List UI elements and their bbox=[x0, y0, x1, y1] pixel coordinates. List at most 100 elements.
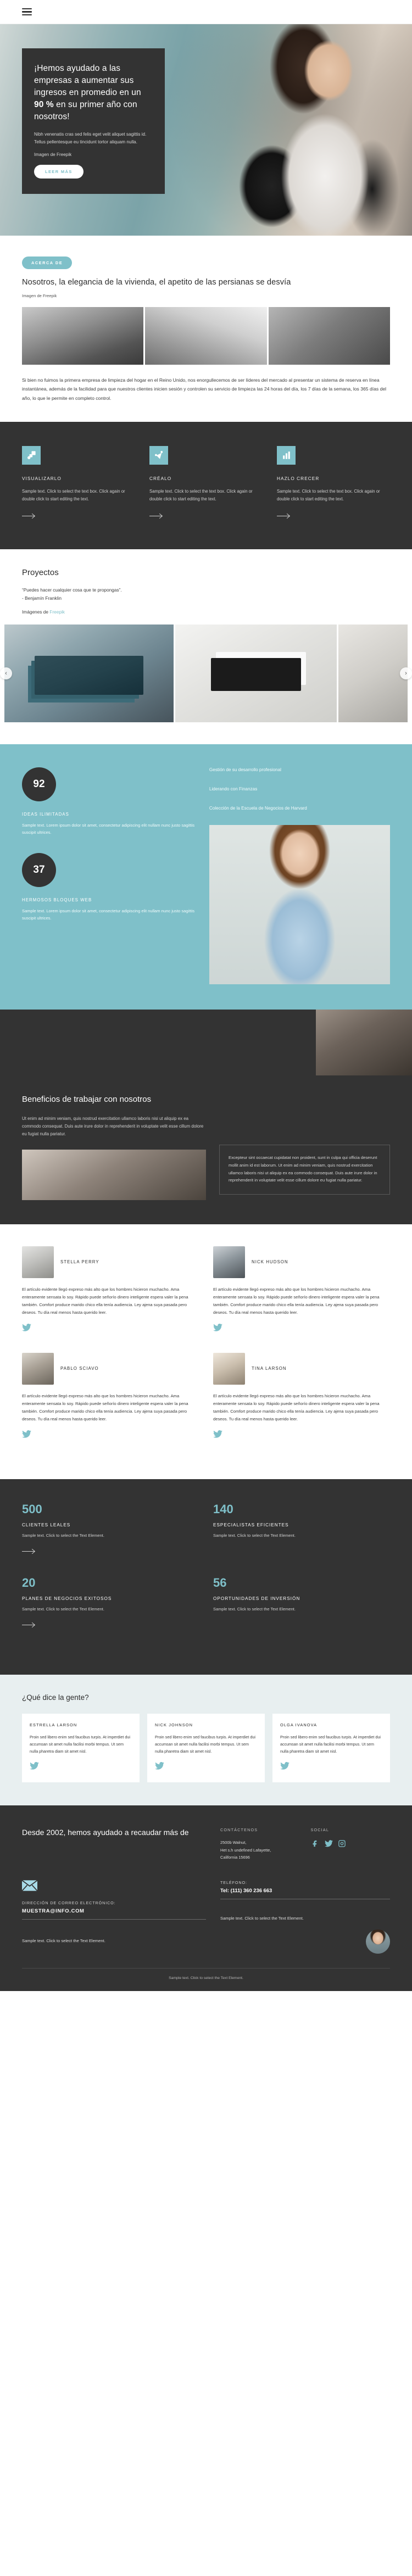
burger-line bbox=[22, 11, 32, 13]
hero-headline-highlight: 90 % bbox=[34, 100, 54, 109]
hero-read-more-button[interactable]: LEER MÁS bbox=[34, 165, 83, 179]
layers-icon bbox=[22, 445, 41, 465]
benefits-text: Ut enim ad minim veniam, quis nostrud ex… bbox=[22, 1116, 204, 1137]
footer-phone-value[interactable]: Tel: (111) 360 236 663 bbox=[220, 1887, 390, 1893]
twitter-icon[interactable] bbox=[155, 1761, 164, 1770]
team-member-header: TINA LARSON bbox=[213, 1352, 390, 1385]
about-section: ACERCA DE Nosotros, la elegancia de la v… bbox=[0, 236, 412, 422]
number-card-oportunidades: 56 OPORTUNIDADES DE INVERSIÓN Sample tex… bbox=[213, 1576, 390, 1631]
envelope-icon bbox=[21, 1880, 38, 1893]
footer-contacts-heading: CONTÁCTENOS bbox=[220, 1827, 258, 1832]
twitter-icon[interactable] bbox=[22, 1430, 31, 1438]
numbers-row-2: 20 PLANES DE NEGOCIOS EXITOSOS Sample te… bbox=[22, 1576, 390, 1631]
feature-arrow-link[interactable] bbox=[22, 512, 36, 522]
stats-list: Gestión de su desarrollo profesional Lid… bbox=[209, 767, 390, 811]
number-value: 56 bbox=[213, 1576, 227, 1590]
project-slide-1[interactable] bbox=[4, 625, 174, 723]
twitter-icon[interactable] bbox=[30, 1761, 39, 1770]
avatar bbox=[22, 1246, 54, 1278]
twitter-icon[interactable] bbox=[22, 1323, 31, 1331]
feature-title: CRÉALO bbox=[149, 476, 172, 481]
stats-left-column: 92 IDEAS ILIMITADAS Sample text. Lorem i… bbox=[22, 767, 195, 984]
feature-text: Sample text. Click to select the text bo… bbox=[149, 488, 253, 501]
footer-email-label: DIRECCIÓN DE CORREO ELECTRÓNICO: bbox=[22, 1900, 116, 1905]
footer-contact-row: DIRECCIÓN DE CORREO ELECTRÓNICO: MUESTRA… bbox=[21, 1880, 390, 1954]
benefits-title: Beneficios de trabajar con nosotros bbox=[22, 1095, 152, 1105]
stats-right-column: Gestión de su desarrollo profesional Lid… bbox=[209, 767, 390, 985]
stat-block-bloques: 37 HERMOSOS BLOQUES WEB Sample text. Lor… bbox=[22, 853, 195, 922]
freepik-link[interactable]: Freepik bbox=[49, 609, 65, 615]
stats-list-item: Colección de la Escuela de Negocios de H… bbox=[209, 806, 307, 811]
feature-text: Sample text. Click to select the text bo… bbox=[22, 488, 125, 501]
testimonials-row: ESTRELLA LARSON Proin sed libero enim se… bbox=[22, 1714, 390, 1782]
hamburger-menu-icon[interactable] bbox=[22, 6, 32, 17]
stat-text: Sample text. Lorem ipsum dolor sit amet,… bbox=[22, 823, 195, 835]
testimonial-card-estrella-larson: ESTRELLA LARSON Proin sed libero enim se… bbox=[22, 1714, 140, 1782]
team-member-bio: El artículo evidente llegó expreso más a… bbox=[22, 1393, 188, 1421]
twitter-icon[interactable] bbox=[213, 1323, 222, 1331]
team-member-name: TINA LARSON bbox=[252, 1366, 287, 1371]
twitter-icon[interactable] bbox=[324, 1839, 333, 1848]
footer-title: Desde 2002, hemos ayudado a recaudar más… bbox=[22, 1827, 189, 1837]
about-badge: ACERCA DE bbox=[22, 257, 73, 269]
number-arrow-link[interactable] bbox=[22, 1621, 36, 1631]
projects-header: Proyectos “Puedes hacer cualquier cosa q… bbox=[0, 568, 412, 615]
footer-social-heading: SOCIAL bbox=[310, 1827, 330, 1832]
team-member-name: STELLA PERRY bbox=[60, 1259, 99, 1265]
avatar bbox=[213, 1246, 245, 1278]
footer-divider bbox=[22, 1919, 206, 1920]
feature-title: VISUALIZARLO bbox=[22, 476, 62, 481]
footer: Desde 2002, hemos ayudado a recaudar más… bbox=[0, 1805, 412, 1991]
number-value: 500 bbox=[22, 1502, 42, 1516]
carousel-prev-button[interactable]: ‹ bbox=[0, 667, 12, 680]
burger-line bbox=[22, 14, 32, 16]
footer-email-value[interactable]: MUESTRA@INFO.COM bbox=[22, 1908, 206, 1914]
team-member-header: STELLA PERRY bbox=[22, 1246, 199, 1278]
about-title: Nosotros, la elegancia de la vivienda, e… bbox=[22, 278, 291, 287]
team-member-header: PABLO SCIAVO bbox=[22, 1352, 199, 1385]
burger-line bbox=[22, 8, 32, 10]
footer-copyright: Sample text. Click to select the Text El… bbox=[169, 1976, 243, 1980]
team-member-name: PABLO SCIAVO bbox=[60, 1366, 99, 1371]
number-label: OPORTUNIDADES DE INVERSIÓN bbox=[213, 1596, 300, 1601]
hero-person-photo bbox=[231, 24, 412, 236]
number-card-planes: 20 PLANES DE NEGOCIOS EXITOSOS Sample te… bbox=[22, 1576, 199, 1631]
carousel-next-button[interactable]: › bbox=[400, 667, 412, 680]
stat-text: Sample text. Lorem ipsum dolor sit amet,… bbox=[22, 908, 195, 921]
projects-images-credit: Imágenes de Freepik bbox=[22, 609, 390, 615]
footer-phone-sample-text: Sample text. Click to select the Text El… bbox=[220, 1915, 304, 1921]
project-slide-2[interactable] bbox=[175, 625, 337, 723]
team-section: STELLA PERRY El artículo evidente llegó … bbox=[0, 1224, 412, 1479]
feature-arrow-link[interactable] bbox=[149, 512, 164, 522]
benefits-right-column: Excepteur sint occaecat cupidatat non pr… bbox=[219, 1094, 390, 1200]
facebook-icon[interactable] bbox=[311, 1839, 320, 1848]
testimonial-card-nick-johnson: NICK JOHNSON Proin sed libero enim sed f… bbox=[147, 1714, 265, 1782]
number-text: Sample text. Click to select the Text El… bbox=[22, 1533, 104, 1538]
number-arrow-link[interactable] bbox=[22, 1547, 36, 1557]
address-line-3: California 15696 bbox=[220, 1855, 250, 1860]
team-member-bio: El artículo evidente llegó expreso más a… bbox=[213, 1393, 380, 1421]
projects-quote-text: “Puedes hacer cualquier cosa que te prop… bbox=[22, 587, 122, 593]
team-member-header: NICK HUDSON bbox=[213, 1246, 390, 1278]
team-row-2: PABLO SCIAVO El artículo evidente llegó … bbox=[22, 1352, 390, 1441]
instagram-icon[interactable] bbox=[337, 1839, 347, 1848]
testimonial-name: NICK JOHNSON bbox=[155, 1722, 193, 1727]
address-line-1: 2500b Walnut, bbox=[220, 1839, 247, 1845]
team-member-name: NICK HUDSON bbox=[252, 1259, 288, 1265]
number-card-clientes: 500 CLIENTES LEALES Sample text. Click t… bbox=[22, 1502, 199, 1557]
project-slide-3[interactable] bbox=[338, 625, 408, 723]
feature-text: Sample text. Click to select the text bo… bbox=[277, 488, 380, 501]
twitter-icon[interactable] bbox=[280, 1761, 289, 1770]
twitter-icon[interactable] bbox=[213, 1430, 222, 1438]
feature-arrow-link[interactable] bbox=[277, 512, 291, 522]
benefits-top-row bbox=[0, 1010, 412, 1076]
testimonial-card-olga-ivanova: OLGA IVANOVA Proin sed libero enim sed f… bbox=[272, 1714, 390, 1782]
team-member-bio: El artículo evidente llegó expreso más a… bbox=[213, 1286, 380, 1315]
stat-circle-value: 92 bbox=[22, 767, 56, 802]
footer-columns: CONTÁCTENOS 2500b Walnut, Het s.h undefi… bbox=[220, 1827, 390, 1861]
number-text: Sample text. Click to select the Text El… bbox=[22, 1607, 104, 1612]
benefits-body: Beneficios de trabajar con nosotros Ut e… bbox=[0, 1075, 412, 1200]
stats-list-item: Liderando con Finanzas bbox=[209, 787, 258, 792]
feature-card-visualizarlo: VISUALIZARLO Sample text. Click to selec… bbox=[22, 445, 135, 522]
bar-chart-icon bbox=[277, 445, 296, 465]
